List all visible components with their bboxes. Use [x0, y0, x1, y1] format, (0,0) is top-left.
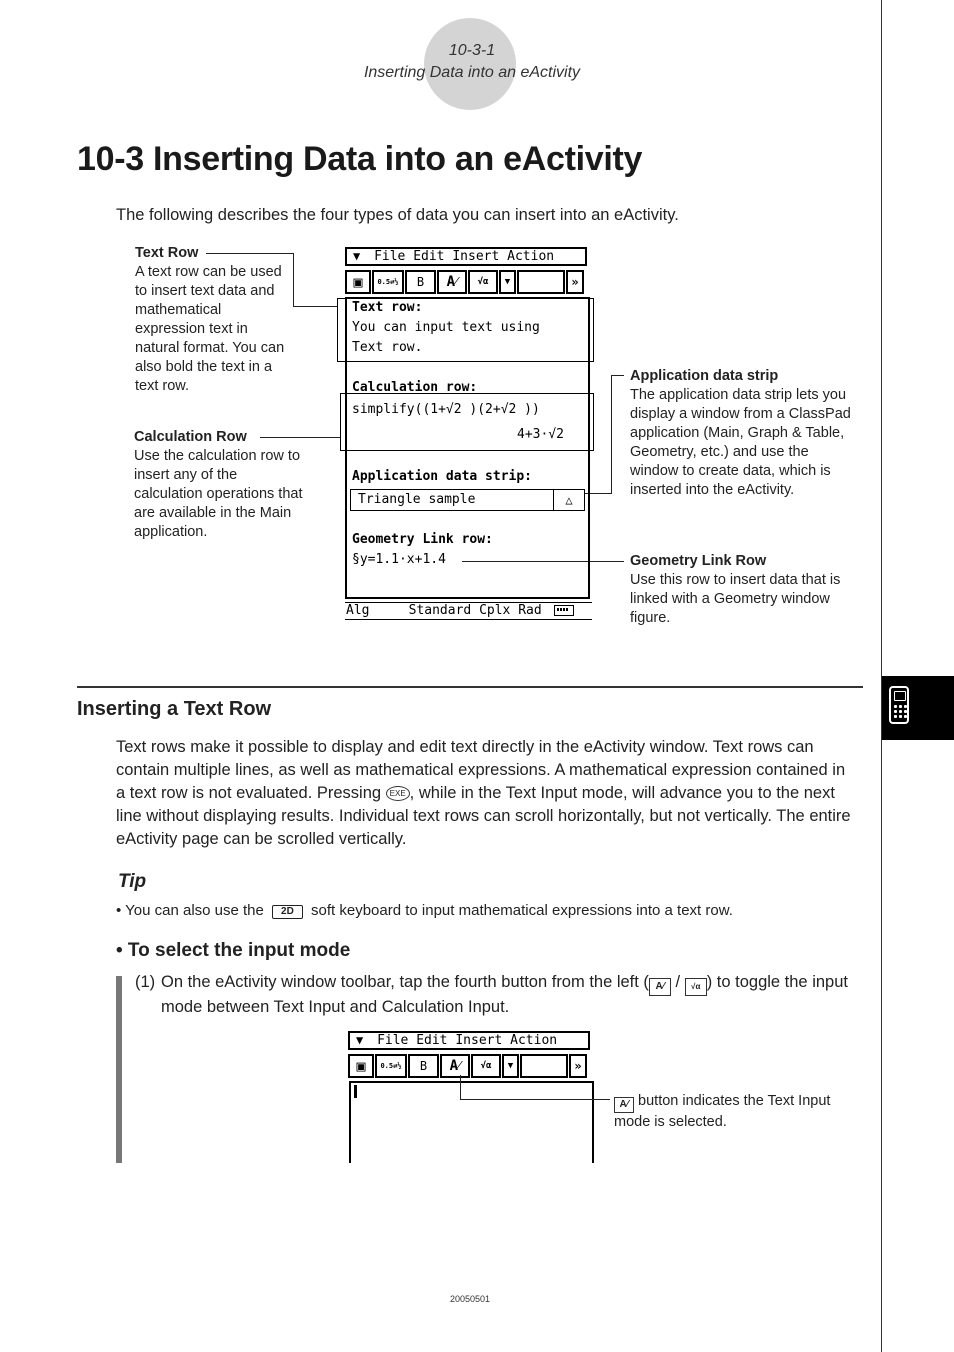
- status-mode: Alg: [346, 603, 370, 618]
- toolbar: ▣ 0.5⇄½ B A⁄ √α ▼ »: [345, 270, 589, 294]
- text-row-line[interactable]: Text row.: [352, 340, 422, 355]
- separator: /: [670, 973, 685, 991]
- tip-title: Tip: [118, 871, 147, 892]
- status-format: Standard: [408, 603, 472, 618]
- geo-row-heading[interactable]: Geometry Link row:: [352, 532, 493, 547]
- scroll-right-icon[interactable]: »: [569, 1054, 587, 1078]
- app-strip-label: Triangle sample: [358, 492, 476, 507]
- leader-line: [260, 437, 340, 438]
- menu-bar: ▼ File Edit Insert Action: [348, 1031, 590, 1050]
- menu-bar: ▼ File Edit Insert Action: [345, 247, 587, 266]
- section-number: 10-3-1: [448, 42, 496, 59]
- tip-text-before: • You can also use the: [116, 902, 264, 919]
- menu-edit[interactable]: Edit: [413, 249, 444, 264]
- step-bar: [116, 976, 122, 1163]
- calc-mode-icon[interactable]: √α: [471, 1054, 501, 1078]
- geo-row-value[interactable]: §y=1.1·x+1.4: [352, 552, 446, 567]
- menu-edit[interactable]: Edit: [416, 1033, 447, 1048]
- menu-action[interactable]: Action: [510, 1033, 557, 1048]
- callout-body: Use this row to insert data that is link…: [630, 572, 841, 626]
- callout-calculation-row: Calculation Row Use the calculation row …: [134, 428, 309, 542]
- tip-text: • You can also use the 2D soft keyboard …: [116, 902, 733, 919]
- leader-line: [293, 253, 294, 307]
- app-data-strip[interactable]: Triangle sample △: [350, 489, 585, 511]
- calc-row-result: 4+3·√2: [517, 427, 564, 442]
- battery-icon: [553, 605, 574, 616]
- calc-mode-icon: √α: [684, 978, 707, 996]
- bold-button[interactable]: B: [408, 1054, 439, 1078]
- calc-mode-icon[interactable]: √α: [468, 270, 498, 294]
- leader-line: [206, 253, 294, 254]
- menu-file[interactable]: File: [377, 1033, 408, 1048]
- status-complex: Cplx: [479, 603, 511, 618]
- save-icon[interactable]: ▣: [345, 270, 371, 294]
- status-bar: Alg Standard Cplx Rad: [345, 602, 592, 620]
- tip-text-after: soft keyboard to input mathematical expr…: [311, 902, 733, 919]
- text-cursor: [354, 1085, 357, 1098]
- procedure-title: • To select the input mode: [116, 940, 351, 961]
- menu-action[interactable]: Action: [507, 249, 554, 264]
- callout-body: A text row can be used to insert text da…: [135, 264, 285, 394]
- page-title: 10-3 Inserting Data into an eActivity: [77, 140, 643, 178]
- leader-line: [612, 375, 624, 376]
- section-header-title: Inserting Data into an eActivity: [363, 64, 581, 81]
- footer-code: 20050501: [449, 1294, 491, 1304]
- menu-file[interactable]: File: [374, 249, 405, 264]
- convert-icon[interactable]: 0.5⇄½: [375, 1054, 407, 1078]
- step-number: (1): [135, 973, 156, 991]
- toolbar: ▣ 0.5⇄½ B A⁄ √α ▼ »: [348, 1054, 592, 1078]
- callout-body: The application data strip lets you disp…: [630, 387, 851, 498]
- section-title: Inserting a Text Row: [77, 698, 272, 720]
- convert-icon[interactable]: 0.5⇄½: [372, 270, 404, 294]
- geometry-app-icon[interactable]: △: [553, 490, 584, 510]
- save-icon[interactable]: ▣: [348, 1054, 374, 1078]
- text-mode-icon[interactable]: A⁄: [437, 270, 467, 294]
- note-text: button indicates the Text Input mode is …: [614, 1093, 831, 1130]
- text-row-line[interactable]: You can input text using: [352, 320, 540, 335]
- dropdown-icon[interactable]: ▼: [499, 270, 516, 294]
- bold-button[interactable]: B: [405, 270, 436, 294]
- eactivity-body[interactable]: [349, 1081, 594, 1163]
- step-text: On the eActivity window toolbar, tap the…: [161, 973, 649, 991]
- menu-arrow-icon[interactable]: ▼: [353, 249, 360, 263]
- callout-title: Geometry Link Row: [630, 553, 767, 569]
- callout-body: Use the calculation row to insert any of…: [134, 448, 303, 540]
- leader-line: [293, 306, 337, 307]
- blank-button[interactable]: [520, 1054, 568, 1078]
- callout-application-data-strip: Application data strip The application d…: [630, 367, 855, 500]
- text-mode-icon[interactable]: A⁄: [440, 1054, 470, 1078]
- leader-line: [460, 1075, 461, 1100]
- scroll-right-icon[interactable]: »: [566, 270, 584, 294]
- leader-line: [460, 1099, 610, 1100]
- callout-text-row: Text Row A text row can be used to inser…: [135, 244, 295, 396]
- status-angle: Rad: [518, 603, 542, 618]
- menu-arrow-icon[interactable]: ▼: [356, 1033, 363, 1047]
- menu-insert[interactable]: Insert: [455, 1033, 502, 1048]
- dropdown-icon[interactable]: ▼: [502, 1054, 519, 1078]
- callout-geometry-link-row: Geometry Link Row Use this row to insert…: [630, 552, 855, 628]
- text-mode-note: A⁄ button indicates the Text Input mode …: [614, 1092, 864, 1132]
- leader-line: [611, 375, 612, 494]
- section-divider: [77, 686, 863, 688]
- calc-row-input[interactable]: simplify((1+√2 )(2+√2 )): [352, 402, 540, 417]
- callout-title: Application data strip: [630, 368, 779, 384]
- menu-insert[interactable]: Insert: [452, 249, 499, 264]
- exe-key-icon: EXE: [385, 786, 410, 801]
- text-row-heading[interactable]: Text row:: [352, 300, 422, 315]
- section-paragraph: Text rows make it possible to display an…: [116, 736, 856, 851]
- text-mode-icon: A⁄: [614, 1097, 634, 1113]
- blank-button[interactable]: [517, 270, 565, 294]
- 2d-key-icon: 2D: [272, 905, 303, 919]
- intro-text: The following describes the four types o…: [116, 206, 679, 224]
- text-mode-icon: A⁄: [648, 978, 671, 996]
- calculator-icon: [889, 686, 909, 724]
- step-1: (1) On the eActivity window toolbar, tap…: [135, 971, 865, 1019]
- app-strip-heading[interactable]: Application data strip:: [352, 469, 532, 484]
- chapter-tab: [882, 676, 954, 740]
